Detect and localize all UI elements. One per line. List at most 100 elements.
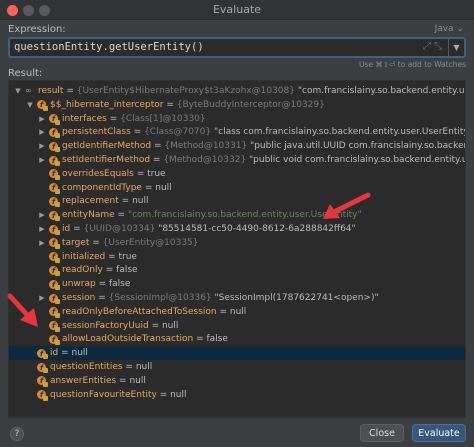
window-title: Evaluate (212, 3, 262, 16)
separator: = (118, 196, 133, 207)
collapsed-arrow-icon[interactable]: ▶ (37, 112, 47, 126)
tree-row[interactable]: ▼ ∞ result = {UserEntity$HibernateProxy$t3… (9, 84, 465, 98)
tree-row[interactable]: ▶session = {SessionImpl@10336} "SessionI… (9, 291, 465, 306)
separator: = (58, 348, 72, 359)
tree-row[interactable]: id = null (9, 346, 465, 361)
evaluate-button[interactable]: Evaluate (412, 424, 466, 442)
expression-value[interactable]: questionEntity.getUserEntity() (14, 41, 204, 53)
tree-row[interactable]: readOnlyBeforeAttachedToSession = null (9, 305, 465, 319)
expanded-arrow-icon[interactable]: ▼ (25, 98, 35, 112)
tree-row[interactable]: ▶ interfaces = {Class[1]@10330} (9, 112, 465, 126)
tree-row[interactable]: sessionFactoryUuid = null (9, 319, 465, 333)
tree-row[interactable]: ▶ getIdentifierMethod = {Method@10331} "p… (9, 139, 465, 154)
lock-icon (55, 133, 60, 139)
field-type: {Class[1]@10330} (120, 113, 206, 124)
field-value: "com.francislainy.so.backend.entity.user… (297, 86, 466, 96)
tree-row-text: id = {UUID@10334} "85514581-cc50-4490-86… (62, 222, 356, 236)
tree-row[interactable]: ▶ target = {UserEntity@10335} (9, 236, 465, 250)
expand-icon[interactable]: ⤢ ⤡ (423, 41, 442, 52)
tree-row[interactable]: ▼ $$_hibernate_interceptor = {ByteBuddyIn… (9, 98, 465, 112)
field-name: sessionFactoryUuid (62, 320, 149, 331)
separator: = (116, 375, 130, 386)
field-name: getIdentifierMethod (62, 141, 152, 152)
field-value: null (170, 389, 187, 400)
field-value: "class com.francislainy.so.backend.entit… (211, 127, 466, 138)
separator: = (156, 389, 171, 400)
field-value: null (161, 320, 179, 331)
tree-row-text: getIdentifierMethod = {Method@10331} "pu… (62, 139, 465, 153)
separator: = (63, 86, 77, 96)
tree-row[interactable]: allowLoadOutsideTransaction = false (9, 332, 465, 347)
title-bar: Evaluate (0, 0, 474, 20)
separator: = (163, 99, 177, 110)
field-name: interfaces (62, 113, 107, 124)
chevron-down-icon: ⌄ (456, 24, 464, 34)
field-value: "public java.util.UUID com.francislainy.… (250, 141, 465, 152)
separator: = (106, 113, 121, 124)
separator: = (141, 182, 156, 193)
collapsed-arrow-icon[interactable]: ▶ (37, 208, 47, 222)
lock-icon (55, 147, 60, 153)
tree-row[interactable]: answerEntities = null (9, 374, 465, 388)
field-value: null (135, 362, 153, 372)
lock-icon (43, 381, 48, 387)
watch-result-icon: ∞ (25, 86, 32, 95)
tree-row[interactable]: readOnly = false (9, 263, 465, 278)
tree-row[interactable]: replacement = null (9, 194, 465, 209)
tree-row[interactable]: initialized = true (9, 250, 465, 264)
field-value: "SessionImpl(1787622741<open>)" (211, 293, 379, 303)
tree-row[interactable]: ▶ id = {UUID@10334} "85514581-cc50-4490-8… (9, 222, 465, 237)
annotation-arrow-allowload (7, 293, 38, 327)
field-value: null (132, 196, 149, 207)
expression-input[interactable]: questionEntity.getUserEntity() ⤢ ⤡ ▼ (8, 37, 466, 58)
tree-row-text: readOnly = false (62, 263, 138, 277)
lock-icon (43, 354, 48, 360)
field-name: unwrap (62, 279, 96, 290)
tree-row-text: sessionFactoryUuid = null (62, 319, 178, 333)
lock-icon (55, 243, 60, 249)
expanded-arrow-icon[interactable]: ▼ (13, 84, 23, 98)
collapsed-arrow-icon[interactable]: ▶ (37, 139, 47, 153)
field-value: null (129, 375, 146, 386)
field-value: true (147, 168, 166, 179)
history-dropdown-icon[interactable]: ▼ (448, 39, 464, 56)
language-selector[interactable]: Java ⌄ (435, 24, 464, 34)
tree-row[interactable]: unwrap = false (9, 277, 465, 292)
collapsed-arrow-icon[interactable]: ▶ (37, 236, 47, 250)
field-name: readOnly (62, 265, 103, 276)
tree-row-text: initialized = true (62, 250, 137, 264)
field-name: initialized (62, 251, 106, 262)
separator: = (95, 279, 109, 290)
field-name: replacement (62, 196, 119, 207)
lock-icon (55, 174, 60, 180)
field-value: "public void com.francislainy.so.backend… (249, 155, 465, 165)
annotation-arrow-id (323, 192, 371, 219)
field-type: {ByteBuddyInterceptor@10329} (176, 99, 325, 110)
field-type: {UserEntity@10335} (102, 237, 199, 248)
lock-icon (55, 340, 60, 346)
tree-row[interactable]: componentIdType = null (9, 181, 465, 195)
field-name: componentIdType (62, 182, 142, 193)
collapsed-arrow-icon[interactable]: ▶ (37, 125, 47, 139)
tree-row[interactable]: ▶ setIdentifierMethod = {Method@10332} "p… (9, 153, 465, 168)
field-name: id (62, 224, 71, 234)
field-value: "85514581-cc50-4490-8612-6a288842ff64" (155, 224, 356, 234)
field-name: entityName (62, 210, 115, 221)
lock-icon (43, 368, 48, 373)
field-type: {UserEntity$HibernateProxy$t3aKzohx@1030… (76, 86, 295, 96)
collapsed-arrow-icon[interactable]: ▶ (37, 222, 47, 236)
close-button[interactable]: Close (360, 424, 404, 442)
collapsed-arrow-icon[interactable]: ▶ (37, 153, 47, 167)
tree-row[interactable]: ▶ entityName = "com.francislainy.so.backe… (9, 208, 465, 223)
separator: = (102, 265, 117, 276)
help-button[interactable]: ? (10, 427, 24, 441)
language-label: Java (434, 24, 454, 34)
tree-row[interactable]: overridesEquals = true (9, 167, 465, 181)
tree-row[interactable]: ▶ persistentClass = {Class@7070} "class c… (9, 125, 466, 140)
separator: = (105, 251, 119, 262)
field-name: result (38, 86, 64, 96)
tree-row[interactable]: questionFavouriteEntity = null (9, 388, 465, 402)
tree-row[interactable]: questionEntities = null (9, 360, 465, 375)
result-tree[interactable]: ▼ ∞ result = {UserEntity$HibernateProxy$t3… (8, 80, 466, 418)
field-name: $$_hibernate_interceptor (50, 99, 164, 110)
